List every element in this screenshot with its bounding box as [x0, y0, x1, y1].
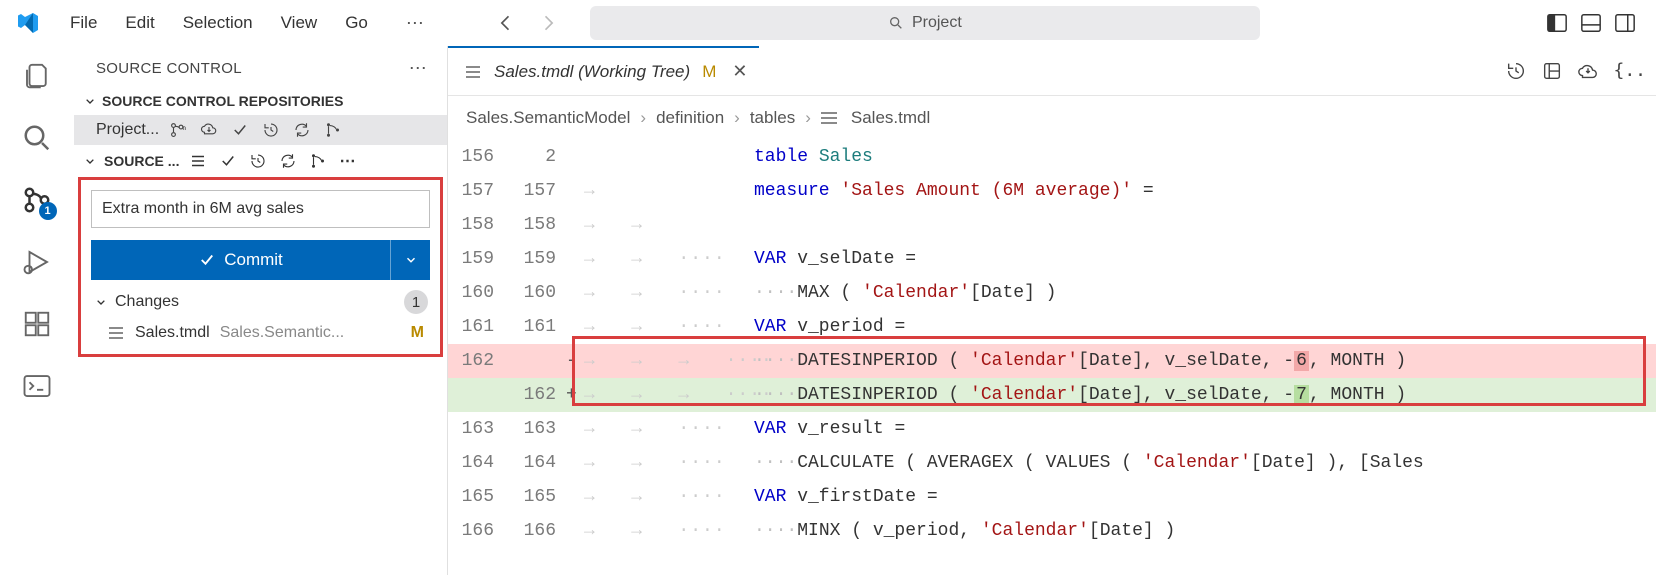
- layout-right-icon[interactable]: [1614, 12, 1636, 34]
- cloud-icon[interactable]: [1577, 60, 1599, 82]
- breadcrumb-part-1[interactable]: definition: [656, 108, 724, 128]
- editor-braces-icon[interactable]: {..: [1613, 60, 1646, 81]
- svg-text:n: n: [183, 126, 186, 132]
- menu-overflow-icon[interactable]: ⋯: [396, 7, 434, 40]
- repo-name: Project...: [96, 121, 159, 139]
- code-line[interactable]: 162-→ → → ········DATESINPERIOD ( 'Calen…: [448, 344, 1656, 378]
- source-section-header[interactable]: SOURCE ... ⋯: [74, 145, 447, 177]
- code-line[interactable]: 160160→ → ········MAX ( 'Calendar'[Date]…: [448, 276, 1656, 310]
- code-line[interactable]: 165165→ → ····VAR v_firstDate =: [448, 480, 1656, 514]
- list-icon[interactable]: [189, 152, 207, 170]
- refresh2-icon[interactable]: [279, 152, 297, 170]
- editor-tab[interactable]: Sales.tmdl (Working Tree) M ✕: [448, 46, 759, 95]
- menu-edit[interactable]: Edit: [111, 7, 168, 39]
- source-section-label: SOURCE ...: [104, 153, 179, 169]
- repo-row[interactable]: Project... n: [74, 115, 447, 145]
- refresh-icon[interactable]: [293, 121, 311, 139]
- changed-file-row[interactable]: Sales.tmdl Sales.Semantic... M: [91, 320, 430, 346]
- cloud-sync-icon[interactable]: [200, 121, 218, 139]
- activity-bar: 1: [0, 46, 74, 575]
- code-line[interactable]: 158158→ →: [448, 208, 1656, 242]
- open-changes-icon[interactable]: [1541, 60, 1563, 82]
- layout-bottom-icon[interactable]: [1580, 12, 1602, 34]
- menu-go[interactable]: Go: [331, 7, 382, 39]
- code-line[interactable]: 162+→ → → ········DATESINPERIOD ( 'Calen…: [448, 378, 1656, 412]
- menu-view[interactable]: View: [267, 7, 332, 39]
- breadcrumb-part-2[interactable]: tables: [750, 108, 795, 128]
- tab-close-icon[interactable]: ✕: [732, 61, 747, 82]
- changed-file-path: Sales.Semantic...: [220, 324, 405, 342]
- source-more-icon[interactable]: ⋯: [339, 151, 355, 171]
- activity-run-debug[interactable]: [19, 244, 55, 280]
- commit-button-label: Commit: [224, 250, 283, 270]
- history2-icon[interactable]: [249, 152, 267, 170]
- search-placeholder: Project: [912, 14, 962, 32]
- editor-area: Sales.tmdl (Working Tree) M ✕ {.. Sales.…: [448, 46, 1656, 575]
- menu-file[interactable]: File: [56, 7, 111, 39]
- commit-button[interactable]: Commit: [91, 240, 390, 280]
- breadcrumb-file-icon: [821, 117, 837, 119]
- menu-selection[interactable]: Selection: [169, 7, 267, 39]
- check-icon[interactable]: [231, 121, 249, 139]
- timeline-icon[interactable]: [1505, 60, 1527, 82]
- code-line[interactable]: 159159→ → ····VAR v_selDate =: [448, 242, 1656, 276]
- changed-file-status: M: [411, 324, 428, 342]
- changes-label: Changes: [115, 293, 398, 311]
- repos-section-header[interactable]: SOURCE CONTROL REPOSITORIES: [74, 87, 447, 115]
- tab-status: M: [702, 62, 716, 82]
- changes-count-badge: 1: [404, 290, 428, 314]
- breadcrumb-part-0[interactable]: Sales.SemanticModel: [466, 108, 630, 128]
- scm-sidebar: SOURCE CONTROL ⋯ SOURCE CONTROL REPOSITO…: [74, 46, 448, 575]
- code-line[interactable]: 166166→ → ········MINX ( v_period, 'Cale…: [448, 514, 1656, 548]
- branch-icon[interactable]: n: [169, 121, 187, 139]
- sidebar-title-row: SOURCE CONTROL ⋯: [74, 50, 447, 87]
- changes-section[interactable]: Changes 1: [91, 280, 430, 320]
- nav-arrows: [494, 11, 560, 35]
- sidebar-title: SOURCE CONTROL: [96, 60, 403, 77]
- sidebar-more-icon[interactable]: ⋯: [403, 58, 433, 79]
- breadcrumb-leaf[interactable]: Sales.tmdl: [821, 108, 930, 128]
- menubar: File Edit Selection View Go ⋯ Project: [0, 0, 1656, 46]
- graph-icon[interactable]: [324, 121, 342, 139]
- nav-forward-icon[interactable]: [536, 11, 560, 35]
- layout-left-icon[interactable]: [1546, 12, 1568, 34]
- tab-file-icon: [466, 71, 480, 73]
- activity-extensions[interactable]: [19, 306, 55, 342]
- activity-scm[interactable]: 1: [19, 182, 55, 218]
- code-line[interactable]: 164164→ → ········CALCULATE ( AVERAGEX (…: [448, 446, 1656, 480]
- scm-badge: 1: [39, 202, 57, 220]
- code-line[interactable]: 157157→ measure 'Sales Amount (6M averag…: [448, 174, 1656, 208]
- repos-section-label: SOURCE CONTROL REPOSITORIES: [102, 93, 343, 109]
- repo-actions: n: [169, 121, 342, 139]
- diff-editor[interactable]: 1562table Sales157157→ measure 'Sales Am…: [448, 140, 1656, 548]
- changed-file-name: Sales.tmdl: [135, 324, 210, 342]
- activity-search[interactable]: [19, 120, 55, 156]
- code-line[interactable]: 161161→ → ····VAR v_period =: [448, 310, 1656, 344]
- commit-area-highlight: Commit Changes 1 Sales.tmdl Sales.Semant…: [78, 177, 443, 357]
- code-line[interactable]: 163163→ → ····VAR v_result =: [448, 412, 1656, 446]
- nav-back-icon[interactable]: [494, 11, 518, 35]
- graph2-icon[interactable]: [309, 152, 327, 170]
- activity-terminal[interactable]: [19, 368, 55, 404]
- file-lines-icon: [109, 332, 123, 334]
- check-all-icon[interactable]: [219, 152, 237, 170]
- activity-explorer[interactable]: [19, 58, 55, 94]
- breadcrumb[interactable]: Sales.SemanticModel› definition› tables›…: [448, 96, 1656, 140]
- vscode-logo-icon: [16, 11, 40, 35]
- command-center-search[interactable]: Project: [590, 6, 1260, 40]
- history-icon[interactable]: [262, 121, 280, 139]
- tab-label: Sales.tmdl (Working Tree): [494, 62, 690, 82]
- code-line[interactable]: 1562table Sales: [448, 140, 1656, 174]
- commit-dropdown[interactable]: [390, 240, 430, 280]
- commit-message-input[interactable]: [91, 190, 430, 228]
